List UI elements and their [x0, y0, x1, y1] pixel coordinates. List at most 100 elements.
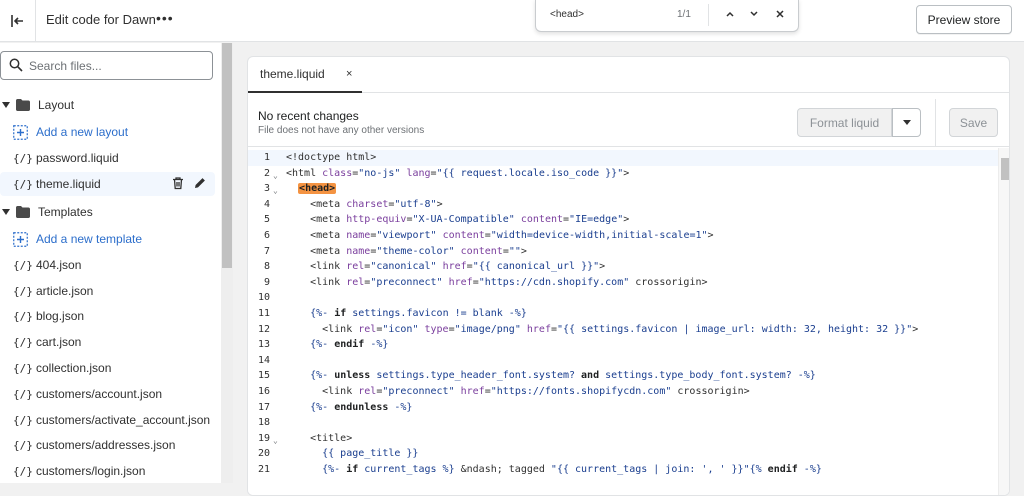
code-file-icon: {/}: [13, 309, 33, 323]
code-line[interactable]: 2 ⌄ <html class="no-js" lang="{{ request.l…: [248, 166, 998, 182]
code-line[interactable]: 19 ⌄ <title>: [248, 431, 998, 447]
code-file-icon: {/}: [13, 177, 33, 191]
file-label: 404.json: [36, 258, 82, 272]
line-number: 4: [263, 198, 270, 210]
code-file-icon: {/}: [13, 413, 33, 427]
file-label: customers/addresses.json: [36, 438, 176, 452]
find-input[interactable]: <head>: [550, 9, 584, 20]
code-text: <html class="no-js" lang="{{ request.loc…: [286, 167, 630, 179]
file-label: theme.liquid: [36, 177, 101, 191]
format-liquid-button[interactable]: Format liquid: [797, 108, 892, 137]
line-number: 19: [257, 432, 270, 444]
file-password-liquid[interactable]: {/} password.liquid: [0, 146, 215, 170]
file-template[interactable]: {/} customers/login.json: [0, 459, 215, 483]
more-actions-button[interactable]: •••: [156, 10, 174, 26]
code-line[interactable]: 8 <link rel="canonical" href="{{ canonic…: [248, 259, 998, 275]
code-line[interactable]: 9 <link rel="preconnect" href="https://c…: [248, 275, 998, 291]
scrollbar-thumb[interactable]: [222, 43, 232, 268]
chevron-up-icon: [726, 11, 734, 17]
line-number: 3: [263, 183, 270, 195]
code-line[interactable]: 17 {%- endunless -%}: [248, 400, 998, 416]
caret-down-icon: [902, 119, 911, 125]
code-line[interactable]: 5 <meta http-equiv="X-UA-Compatible" con…: [248, 212, 998, 228]
tab-bar: theme.liquid ×: [248, 57, 1009, 93]
file-template[interactable]: {/} 404.json: [0, 253, 215, 277]
folder-templates[interactable]: Templates: [0, 200, 215, 224]
code-line[interactable]: 20 {{ page_title }}: [248, 446, 998, 462]
code-text: {%- endunless -%}: [310, 401, 413, 413]
file-search-input[interactable]: [29, 57, 209, 75]
scrollbar-thumb[interactable]: [1001, 158, 1009, 180]
folder-layout[interactable]: Layout: [0, 93, 215, 117]
file-template[interactable]: {/} cart.json: [0, 330, 215, 354]
close-tab-icon[interactable]: ×: [346, 68, 352, 80]
code-line[interactable]: 13 {%- endif -%}: [248, 337, 998, 353]
page-title: Edit code for Dawn: [46, 12, 156, 27]
status-subtitle: File does not have any other versions: [258, 125, 425, 136]
preview-store-button[interactable]: Preview store: [916, 5, 1012, 34]
find-close-button[interactable]: [770, 4, 790, 24]
edit-pencil-icon[interactable]: [193, 176, 207, 190]
format-options-button[interactable]: [892, 108, 921, 137]
code-file-icon: {/}: [13, 387, 33, 401]
file-template[interactable]: {/} customers/addresses.json: [0, 433, 215, 457]
tab-theme-liquid[interactable]: theme.liquid ×: [248, 57, 362, 93]
code-scrollbar[interactable]: [998, 148, 1009, 495]
code-file-icon: {/}: [13, 151, 33, 165]
file-template[interactable]: {/} customers/activate_account.json: [0, 408, 215, 432]
code-line[interactable]: 16 <link rel="preconnect" href="https://…: [248, 384, 998, 400]
file-template[interactable]: {/} customers/account.json: [0, 382, 215, 406]
line-number: 20: [257, 448, 270, 460]
file-actions: [171, 176, 207, 190]
code-line[interactable]: 3 ⌄ <head>: [248, 181, 998, 197]
folder-icon: [16, 206, 30, 218]
code-text: <meta name="theme-color" content="">: [286, 245, 527, 257]
code-line[interactable]: 18: [248, 415, 998, 431]
search-match: <head>: [298, 183, 337, 195]
exit-button[interactable]: [0, 0, 36, 42]
find-next-button[interactable]: [744, 4, 764, 24]
code-text: {%- endif -%}: [310, 339, 389, 351]
line-number: 6: [263, 230, 270, 241]
code-line[interactable]: 10: [248, 290, 998, 306]
search-icon: [9, 58, 23, 72]
code-file-icon: {/}: [13, 258, 33, 272]
code-line[interactable]: 14: [248, 353, 998, 369]
file-theme-liquid[interactable]: {/} theme.liquid: [0, 172, 215, 196]
sidebar-scrollbar[interactable]: [221, 43, 233, 483]
code-editor-panel: theme.liquid × No recent changes File do…: [247, 56, 1010, 496]
file-template[interactable]: {/} article.json: [0, 279, 215, 303]
add-new-template-link[interactable]: Add a new template: [0, 227, 215, 251]
find-previous-button[interactable]: [720, 4, 740, 24]
chevron-down-icon: [750, 11, 758, 17]
code-line[interactable]: 15 {%- unless settings.type_header_font.…: [248, 368, 998, 384]
file-label: cart.json: [36, 335, 82, 349]
code-text: {%- if current_tags %} &ndash; tagged "{…: [322, 464, 822, 475]
file-label: collection.json: [36, 361, 112, 375]
code-line[interactable]: 7 <meta name="theme-color" content="">: [248, 244, 998, 260]
line-number: 10: [257, 292, 270, 304]
code-line[interactable]: 1 <!doctype html>: [248, 150, 998, 166]
save-button[interactable]: Save: [949, 108, 998, 137]
line-number: 18: [257, 417, 270, 429]
code-line[interactable]: 12 <link rel="icon" type="image/png" hre…: [248, 322, 998, 338]
file-search: [0, 51, 213, 80]
code-line[interactable]: 6 <meta name="viewport" content="width=d…: [248, 228, 998, 244]
folder-label: Layout: [38, 98, 75, 112]
file-template[interactable]: {/} blog.json: [0, 304, 215, 328]
code-text: <title>: [286, 432, 353, 444]
delete-icon[interactable]: [171, 176, 185, 190]
code-text: <meta name="viewport" content="width=dev…: [286, 230, 714, 241]
file-template[interactable]: {/} collection.json: [0, 356, 215, 380]
caret-down-icon: [2, 101, 12, 109]
code-line[interactable]: 21 {%- if current_tags %} &ndash; tagged…: [248, 462, 998, 478]
code-area[interactable]: 1 <!doctype html> 2 ⌄ <html class="no-js" la…: [248, 148, 1009, 495]
code-file-icon: {/}: [13, 464, 33, 478]
line-number: 13: [257, 339, 270, 351]
add-new-layout-link[interactable]: Add a new layout: [0, 120, 215, 144]
code-line[interactable]: 11 {%- if settings.favicon != blank -%}: [248, 306, 998, 322]
add-template-label: Add a new template: [36, 232, 143, 246]
code-line[interactable]: 4 <meta charset="utf-8">: [248, 197, 998, 213]
code-file-icon: {/}: [13, 335, 33, 349]
code-text: {{ page_title }}: [322, 448, 419, 460]
